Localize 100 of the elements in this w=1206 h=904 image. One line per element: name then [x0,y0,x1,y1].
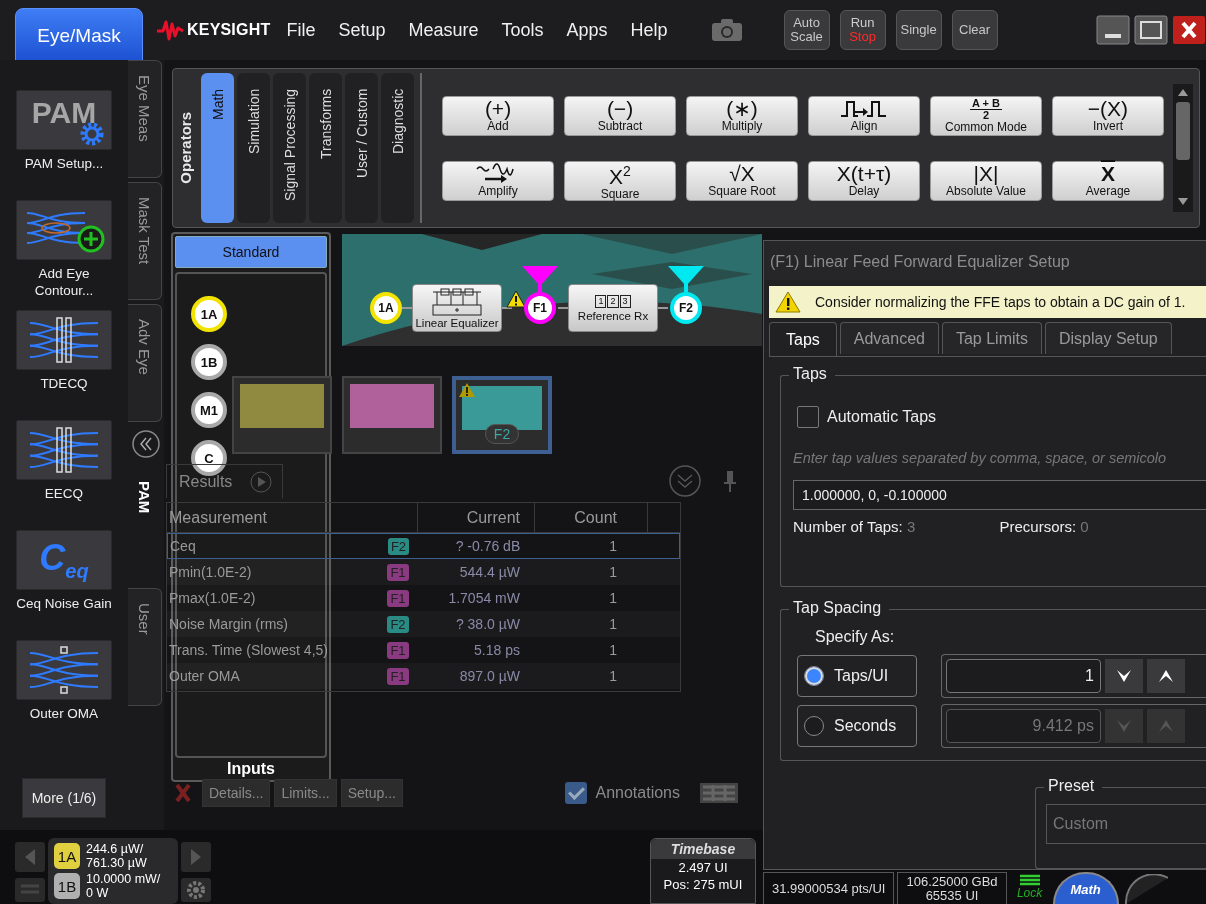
category-tab[interactable]: Signal Processing [273,73,306,223]
table-cell-text: 897.0 µW [458,668,521,684]
menu-item[interactable]: File [286,19,316,41]
table-row[interactable]: Pmax(1.0E-2) F1 1.7054 mW 1 [167,585,680,611]
source-button[interactable]: 1A [191,296,227,332]
table-cell-text: 1 [608,564,618,580]
decrement-button[interactable] [1105,659,1143,693]
operator-button[interactable]: A + B 2 Common Mode [930,95,1042,136]
action-button[interactable]: Setup... [340,779,403,807]
number-field[interactable]: 1 [946,659,1101,693]
logo-icon [155,19,185,41]
toolbar-button[interactable]: Clear [951,10,998,50]
math-button[interactable]: Math [1052,872,1119,904]
table-cell-text: 1.7054 mW [447,590,521,606]
acquisition-readout[interactable]: 31.99000534 pts/UI [763,872,895,904]
side-tab[interactable]: User [128,588,162,706]
table-cell-text: 1 [608,668,618,684]
dialog-tab[interactable]: Taps [769,322,837,356]
action-button[interactable]: Details... [202,779,271,807]
waveform-thumbnail[interactable]: F2 [452,376,552,454]
acquisition-readout[interactable]: 106.25000 GBd 65535 UI [897,872,1007,904]
category-tab[interactable]: User / Custom [345,73,378,223]
side-tab[interactable]: Adv Eye [128,304,162,422]
operator-button[interactable]: X(t+τ) Delay [808,160,920,201]
table-row[interactable]: Ceq F2 ? -0.76 dB 1 [167,533,680,559]
marker-icon [668,266,704,292]
dialog-tab[interactable]: Advanced [839,322,939,354]
timebase-panel[interactable]: Timebase 2.497 UI Pos: 275 mUI [650,838,756,904]
operator-button[interactable]: √X Square Root [686,160,798,201]
group-title: Tap Spacing [789,599,890,617]
column-header: Count [534,502,647,533]
toolbar-button[interactable]: Auto Scale [783,10,830,50]
category-tab[interactable]: Diagnostic [381,73,414,223]
menu-item[interactable]: Apps [566,19,608,41]
table-cell-text: 1 [608,538,619,554]
column-header: Measurement [168,508,268,527]
app-button[interactable]: PAM [16,90,112,150]
app-button[interactable] [16,200,112,260]
checkbox-label: Annotations [595,784,680,802]
run-stop-button[interactable]: Run Stop [839,10,886,50]
column-header: Current [417,502,534,533]
category-tab[interactable]: Simulation [237,73,270,223]
table-cell-text: 1 [608,590,618,606]
standard-button[interactable]: Standard [175,236,327,268]
operator-button[interactable]: (∗) Multiply [686,95,798,136]
category-tab[interactable]: Math [201,73,234,223]
operator-button[interactable]: (+) Add [442,95,554,136]
table-row[interactable]: Pmin(1.0E-2) F1 544.4 µW 1 [167,559,680,585]
table-row[interactable]: Trans. Time (Slowest 4,5) F1 5.18 ps 1 [167,637,680,663]
side-tab[interactable]: Mask Test [128,182,162,300]
dialog-tab[interactable]: Tap Limits [941,322,1042,354]
app-button[interactable] [16,310,112,370]
waveform-thumbnail[interactable] [342,376,442,454]
menu-item[interactable]: Tools [501,19,544,41]
menu-item[interactable]: Help [630,19,668,41]
more-button[interactable]: More (1/6) [22,778,106,818]
group-title: Taps [789,365,835,383]
operator-button[interactable]: Align [808,95,920,136]
app-button[interactable] [16,640,112,700]
hint-text: Enter tap values separated by comma, space, or semicolo [793,450,1168,466]
side-tab[interactable]: Eye Meas [128,60,162,178]
source-button[interactable]: 1B [191,344,227,380]
table-cell-text: ? -0.76 dB [454,538,522,554]
dialog-title: (F1) Linear Feed Forward Equalizer Setup [764,241,1206,280]
source-tag: F2 [387,615,409,633]
app-label: Add Eye Contour... [33,265,95,299]
operator-button[interactable]: X$^{2}$ Square [564,160,676,201]
checkbox[interactable] [797,406,819,428]
toolbar-button[interactable]: Single [895,10,942,50]
radio-button[interactable]: Taps/UI [797,655,917,697]
table-cell-text: 544.4 µW [458,564,521,580]
operator-block[interactable]: 1 2 3 Reference Rx [568,284,658,332]
operator-button[interactable]: Amplify [442,160,554,201]
action-button[interactable]: Limits... [274,779,337,807]
app-button[interactable] [16,420,112,480]
tap-values-field[interactable]: 1.000000, 0, -0.100000 [793,480,1206,510]
chevron-down-icon [1115,718,1133,734]
warning-icon [775,290,801,313]
table-row[interactable]: Noise Margin (rms) F2 ? 38.0 µW 1 [167,611,680,637]
menu-item[interactable]: Setup [338,19,386,41]
operator-button[interactable]: X Average [1052,160,1164,201]
checkbox[interactable] [565,782,588,804]
operator-button[interactable]: (−) Subtract [564,95,676,136]
source-button[interactable]: M1 [191,392,227,428]
marker-icon [522,266,558,292]
increment-button[interactable] [1147,659,1185,693]
source-tag: F1 [387,667,409,685]
source-tag: F2 [387,537,410,555]
operator-block[interactable]: Linear Equalizer [412,284,502,332]
table-row[interactable]: Outer OMA F1 897.0 µW 1 [167,663,680,689]
operator-button[interactable]: |X| Absolute Value [930,160,1042,201]
operator-button[interactable]: −(X) Invert [1052,95,1164,136]
menu-item[interactable]: Measure [408,19,479,41]
source-button[interactable]: C [191,440,227,476]
dialog-tab[interactable]: Display Setup [1045,322,1172,354]
waveform-thumbnail[interactable] [232,376,332,454]
app-label: TDECQ [39,375,89,392]
chevron-down-icon [1115,668,1133,684]
preset-field[interactable]: Custom [1046,804,1206,844]
category-tab[interactable]: Transforms [309,73,342,223]
